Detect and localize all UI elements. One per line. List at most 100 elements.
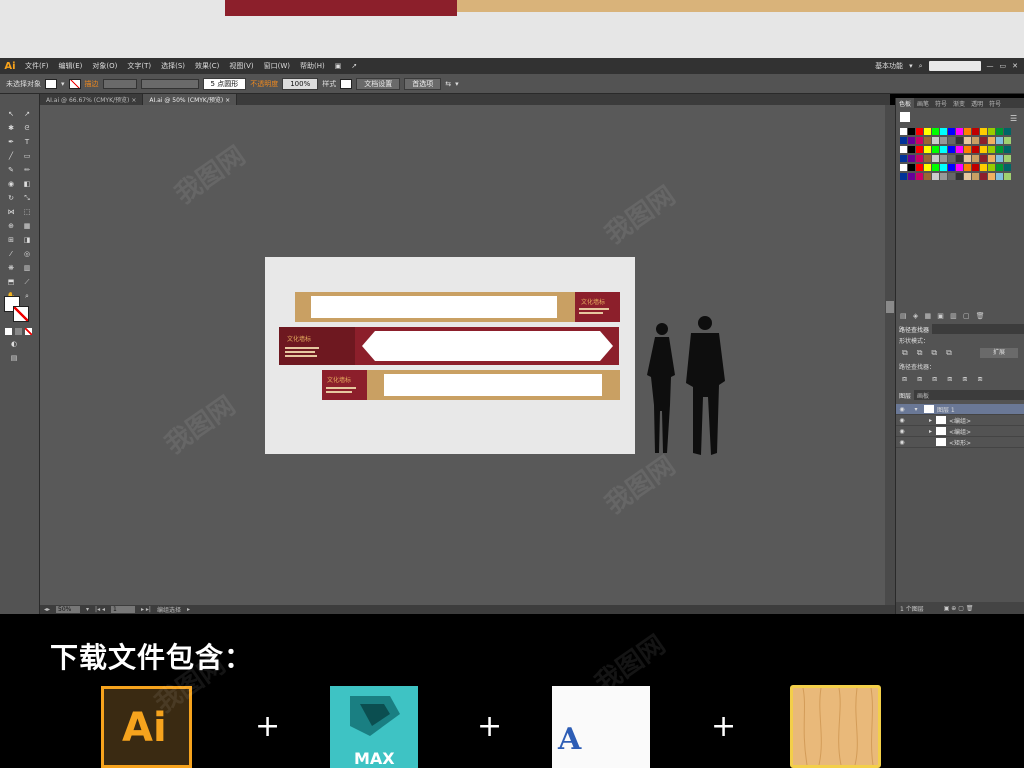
perspective-grid-tool-icon[interactable]: ▦ [22, 222, 32, 231]
width-tool-icon[interactable]: ⋈ [6, 208, 16, 217]
color-swatch[interactable] [916, 137, 923, 144]
status-arrow-icon[interactable]: ▸ [187, 606, 190, 613]
layer-name[interactable]: <矩形> [949, 438, 971, 447]
color-swatch[interactable] [980, 146, 987, 153]
artboard-tool-icon[interactable]: ⬒ [6, 278, 16, 287]
color-swatch[interactable] [916, 164, 923, 171]
canvas-area[interactable]: 文化墙标 文化墙标 文化墙标 我图网 我图网 我图网 我图网 [40, 105, 885, 605]
arrange-icon[interactable]: ⇆ [445, 80, 451, 88]
color-swatch[interactable] [996, 164, 1003, 171]
tab-layers[interactable]: 图层 [896, 390, 915, 400]
color-swatch[interactable] [924, 146, 931, 153]
color-swatch[interactable] [940, 155, 947, 162]
color-swatch[interactable] [980, 164, 987, 171]
color-swatch[interactable] [988, 128, 995, 135]
paintbrush-tool-icon[interactable]: ✎ [6, 166, 16, 175]
color-swatch[interactable] [908, 137, 915, 144]
color-swatch[interactable] [900, 164, 907, 171]
color-swatch[interactable] [900, 128, 907, 135]
mesh-tool-icon[interactable]: ⊞ [6, 236, 16, 245]
color-swatch[interactable] [980, 128, 987, 135]
color-mode-button[interactable] [5, 328, 12, 335]
menu-help[interactable]: 帮助(H) [295, 61, 330, 71]
color-swatch[interactable] [956, 155, 963, 162]
layer-row-3[interactable]: ◉ ▸ <编组> [896, 426, 1024, 437]
variable-width-dropdown[interactable] [140, 78, 199, 89]
color-swatch[interactable] [988, 137, 995, 144]
color-swatch[interactable] [948, 155, 955, 162]
opacity-label[interactable]: 不透明度 [250, 79, 278, 89]
color-swatch[interactable] [932, 137, 939, 144]
color-swatch[interactable] [956, 164, 963, 171]
expand-triangle-icon[interactable]: ▸ [908, 428, 936, 435]
layer-row-2[interactable]: ◉ ▸ <编组> [896, 415, 1024, 426]
color-swatch[interactable] [988, 146, 995, 153]
menu-object[interactable]: 对象(O) [87, 61, 122, 71]
zoom-field[interactable]: 50% [56, 606, 81, 613]
color-swatch[interactable] [964, 155, 971, 162]
tab-symbols[interactable]: 符号 [932, 98, 950, 108]
color-swatch[interactable] [996, 173, 1003, 180]
tab-brushes[interactable]: 画笔 [914, 98, 932, 108]
layer-name[interactable]: <编组> [949, 416, 971, 425]
pen-tool-icon[interactable]: ✒ [6, 138, 16, 147]
tab-swatches[interactable]: 色板 [896, 98, 915, 108]
color-swatch[interactable] [948, 146, 955, 153]
color-swatch[interactable] [932, 128, 939, 135]
stroke-color-indicator[interactable] [13, 306, 29, 322]
bridge-icon[interactable]: ▣ [330, 62, 347, 70]
slice-tool-icon[interactable]: ⟋ [22, 278, 32, 287]
tab-document-2[interactable]: AI.ai @ 50% (CMYK/预览) × [143, 94, 238, 105]
color-swatch[interactable] [940, 146, 947, 153]
current-fill-swatch[interactable] [900, 112, 910, 122]
layer-name[interactable]: <编组> [949, 427, 971, 436]
color-swatch[interactable] [972, 137, 979, 144]
layer-name[interactable]: 图层 1 [937, 405, 955, 414]
menu-select[interactable]: 选择(S) [156, 61, 190, 71]
color-swatch[interactable] [924, 155, 931, 162]
close-icon[interactable]: ✕ [1012, 62, 1018, 70]
color-swatch[interactable] [924, 164, 931, 171]
color-swatch[interactable] [908, 146, 915, 153]
shape-builder-tool-icon[interactable]: ⊕ [6, 222, 16, 231]
color-swatch[interactable] [988, 173, 995, 180]
menu-view[interactable]: 视图(V) [224, 61, 258, 71]
zoom-tool-icon[interactable]: ⌕ [22, 292, 32, 301]
color-swatch[interactable] [924, 173, 931, 180]
color-swatch[interactable] [980, 137, 987, 144]
color-swatch[interactable] [932, 173, 939, 180]
expand-triangle-icon[interactable]: ▾ [908, 406, 924, 413]
gradient-tool-icon[interactable]: ◨ [22, 236, 32, 245]
color-swatch[interactable] [900, 155, 907, 162]
color-swatch[interactable] [956, 128, 963, 135]
color-swatch[interactable] [916, 128, 923, 135]
color-swatch[interactable] [948, 164, 955, 171]
color-swatch[interactable] [980, 155, 987, 162]
panel-menu-icon[interactable]: ▾ [455, 80, 459, 88]
color-swatch[interactable] [932, 155, 939, 162]
menu-effect[interactable]: 效果(C) [190, 61, 224, 71]
stroke-weight-field[interactable] [102, 78, 137, 89]
color-swatch[interactable] [964, 164, 971, 171]
color-swatch[interactable] [900, 173, 907, 180]
eraser-tool-icon[interactable]: ◧ [22, 180, 32, 189]
gradient-mode-button[interactable] [15, 328, 22, 335]
color-swatch[interactable] [1004, 173, 1011, 180]
column-graph-tool-icon[interactable]: ▥ [22, 264, 32, 273]
vertical-scrollbar[interactable] [885, 105, 895, 605]
color-swatch[interactable] [972, 164, 979, 171]
tab-gradient[interactable]: 渐变 [950, 98, 968, 108]
color-swatch[interactable] [908, 128, 915, 135]
send-icon[interactable]: ➚ [346, 62, 362, 70]
expand-triangle-icon[interactable]: ▸ [908, 417, 936, 424]
draw-mode-icon[interactable]: ◐ [9, 340, 19, 349]
swatch-view-icon[interactable]: ☰ [1010, 114, 1017, 123]
people-silhouette[interactable] [645, 315, 735, 460]
color-swatch[interactable] [948, 137, 955, 144]
help-search-input[interactable] [928, 61, 981, 71]
tab-pathfinder[interactable]: 路径查找器 [896, 324, 933, 334]
menu-window[interactable]: 窗口(W) [259, 61, 295, 71]
color-swatch[interactable] [940, 173, 947, 180]
color-swatch[interactable] [908, 164, 915, 171]
document-setup-button[interactable]: 文档设置 [356, 77, 401, 90]
